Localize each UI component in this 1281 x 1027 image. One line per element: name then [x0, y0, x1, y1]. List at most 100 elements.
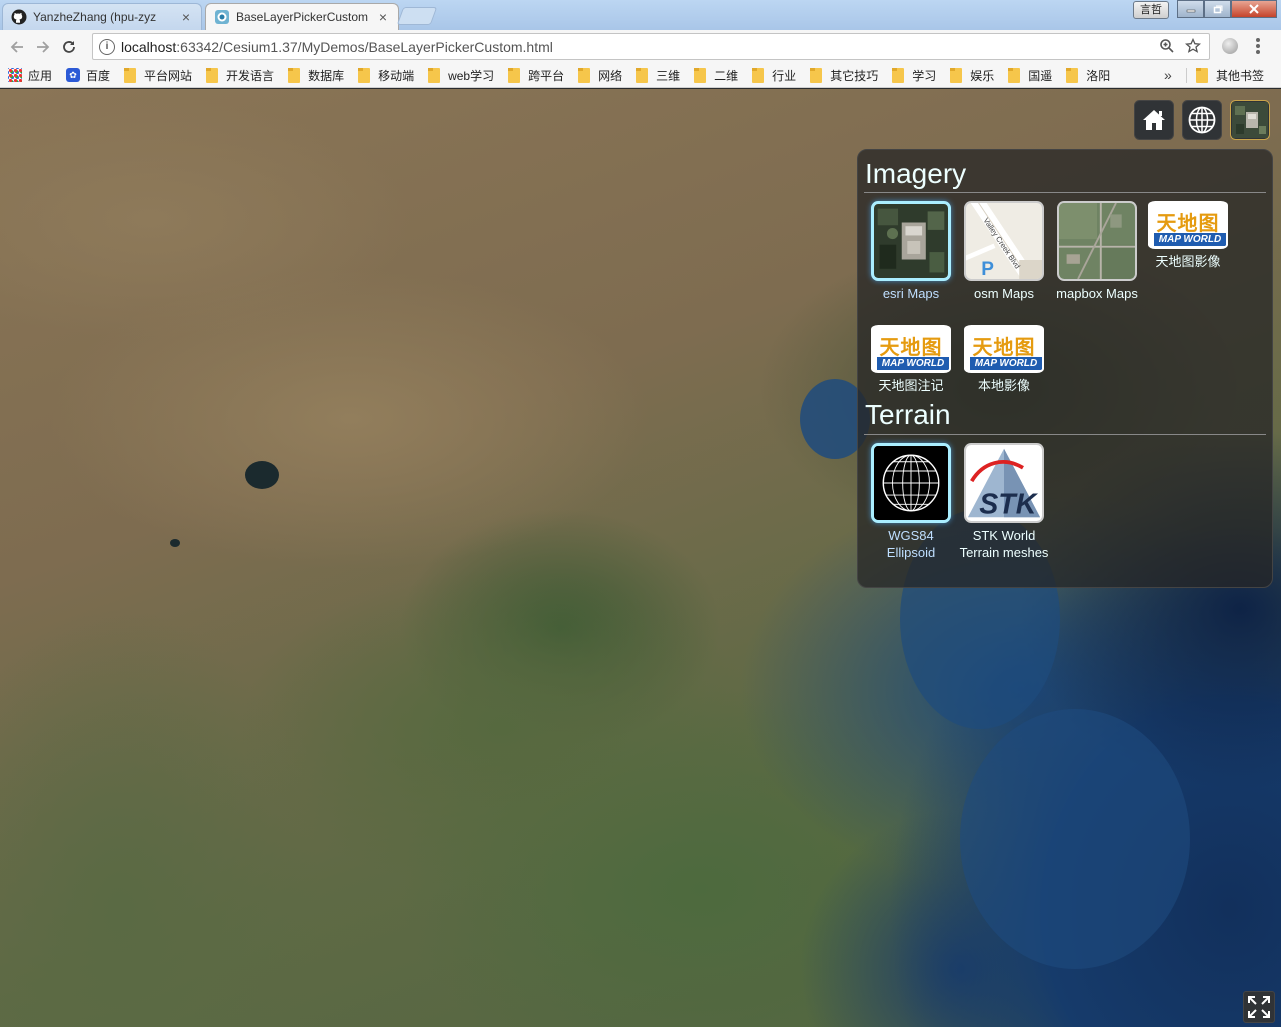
cesium-icon: [215, 10, 229, 24]
title-bar: YanzheZhang (hpu-zyz × BaseLayerPickerCu…: [0, 0, 1281, 30]
imagery-item-label: 天地图注记: [878, 378, 944, 393]
bookmark-folder[interactable]: 行业: [752, 67, 796, 84]
bookmarks-overflow-button[interactable]: »: [1164, 67, 1172, 83]
folder-icon: [124, 67, 137, 83]
back-button[interactable]: [4, 34, 30, 60]
bookmark-label: web学习: [448, 68, 495, 83]
bookmark-folder[interactable]: 开发语言: [206, 67, 274, 84]
forward-button[interactable]: [30, 34, 56, 60]
back-arrow-icon: [10, 40, 23, 53]
folder-icon: [1066, 67, 1079, 83]
imagery-item-osm[interactable]: Valley Creek Blvd P osm Maps: [959, 201, 1049, 302]
scene-mode-button[interactable]: [1182, 100, 1222, 140]
bookmark-label: 其他书签: [1216, 69, 1265, 83]
tianditu-logo-icon: 天地图 MAP WORLD: [964, 325, 1044, 373]
fullscreen-icon: [1248, 996, 1270, 1018]
bookmark-baidu[interactable]: ✿ 百度: [66, 67, 110, 84]
imagery-item-tianditu-annotation[interactable]: 天地图 MAP WORLD 天地图注记: [866, 325, 956, 394]
bookmark-folder[interactable]: 移动端: [358, 67, 414, 84]
base-layer-picker-button[interactable]: [1230, 100, 1270, 140]
mapworld-logo-text: MAP WORLD: [1154, 233, 1226, 246]
bookmark-folder[interactable]: 学习: [892, 67, 936, 84]
folder-icon: [508, 67, 521, 83]
restore-button[interactable]: [1204, 0, 1231, 18]
bookmark-folder[interactable]: 跨平台: [508, 67, 564, 84]
reload-button[interactable]: [56, 34, 82, 60]
imagery-item-tianditu-imagery[interactable]: 天地图 MAP WORLD 天地图影像: [1143, 201, 1233, 270]
folder-icon: [358, 67, 371, 83]
bookmark-folder[interactable]: web学习: [428, 67, 494, 84]
terrain-item-wgs84[interactable]: WGS84 Ellipsoid: [866, 443, 956, 561]
bookmark-folder[interactable]: 洛阳: [1066, 67, 1110, 84]
cesium-globe-view[interactable]: Imagery esri Maps Valley Creek Blvd P os…: [0, 89, 1281, 1027]
bookmarks-divider: [1186, 68, 1187, 83]
folder-icon: [636, 67, 649, 83]
tab-title: BaseLayerPickerCustom: [236, 10, 369, 24]
mapworld-logo-text: MAP WORLD: [877, 357, 949, 370]
bookmark-folder[interactable]: 二维: [694, 67, 738, 84]
tab-github[interactable]: YanzheZhang (hpu-zyz ×: [2, 3, 202, 30]
bookmark-label: 开发语言: [226, 68, 275, 83]
imagery-divider: [864, 192, 1266, 193]
bookmark-label: 国遥: [1028, 68, 1053, 83]
folder-icon: [206, 67, 219, 83]
profile-button[interactable]: 言哲: [1133, 1, 1169, 19]
bookmark-apps[interactable]: 应用: [8, 67, 52, 84]
bookmark-folder[interactable]: 数据库: [288, 67, 344, 84]
fullscreen-button[interactable]: [1243, 991, 1275, 1023]
other-bookmarks[interactable]: 其他书签: [1196, 67, 1264, 84]
imagery-item-label: 本地影像: [977, 378, 1030, 393]
terrain-divider: [864, 434, 1266, 435]
extension-icon[interactable]: [1222, 38, 1238, 54]
mapworld-logo-text: MAP WORLD: [970, 357, 1042, 370]
terrain-section-title: Terrain: [865, 399, 951, 430]
osm-maps-thumbnail-icon: Valley Creek Blvd P: [964, 201, 1044, 281]
base-layer-picker-dropdown: Imagery esri Maps Valley Creek Blvd P os…: [857, 149, 1273, 588]
esri-maps-thumbnail-icon: [871, 201, 951, 281]
close-window-button[interactable]: [1231, 0, 1277, 18]
folder-icon: [1008, 67, 1021, 83]
star-icon[interactable]: [1185, 38, 1201, 54]
bookmark-folder[interactable]: 国遥: [1008, 67, 1052, 84]
tab-baselayerpicker[interactable]: BaseLayerPickerCustom ×: [205, 3, 399, 30]
bookmark-folder[interactable]: 其它技巧: [810, 67, 878, 84]
home-button[interactable]: [1134, 100, 1174, 140]
imagery-item-local-imagery[interactable]: 天地图 MAP WORLD 本地影像: [959, 325, 1049, 394]
imagery-item-label: osm Maps: [974, 286, 1034, 301]
close-tab-icon[interactable]: ×: [179, 9, 193, 25]
address-bar[interactable]: i localhost:63342/Cesium1.37/MyDemos/Bas…: [92, 33, 1210, 60]
tianditu-logo-text: 天地图: [1156, 211, 1220, 235]
tianditu-logo-icon: 天地图 MAP WORLD: [1148, 201, 1228, 249]
bookmark-label: 其它技巧: [830, 68, 879, 83]
imagery-item-label: esri Maps: [882, 286, 940, 301]
stk-logo-text: STK: [979, 488, 1038, 520]
imagery-item-esri[interactable]: esri Maps: [866, 201, 956, 302]
bookmark-folder[interactable]: 网络: [578, 67, 622, 84]
bookmark-folder[interactable]: 平台网站: [124, 67, 192, 84]
close-icon: [1249, 4, 1259, 14]
window-controls: 言哲: [1133, 0, 1277, 19]
home-icon: [1143, 110, 1165, 130]
bookmark-folder[interactable]: 娱乐: [950, 67, 994, 84]
terrain-item-stk[interactable]: STK STK World Terrain meshes: [959, 443, 1049, 561]
github-icon: [11, 9, 27, 25]
url-path: :63342/Cesium1.37/MyDemos/BaseLayerPicke…: [176, 38, 553, 55]
bookmark-label: 学习: [912, 68, 937, 83]
menu-icon[interactable]: [1256, 38, 1260, 54]
imagery-item-label: mapbox Maps: [1056, 286, 1138, 301]
zoom-icon[interactable]: [1159, 38, 1175, 54]
close-tab-icon[interactable]: ×: [376, 9, 390, 25]
new-tab-button[interactable]: [396, 7, 438, 25]
folder-icon: [578, 67, 591, 83]
imagery-item-label: 天地图影像: [1155, 254, 1221, 269]
site-info-icon[interactable]: i: [99, 38, 115, 55]
folder-icon: [428, 67, 441, 83]
apps-grid-icon: [8, 68, 22, 82]
reload-icon: [63, 40, 75, 53]
browser-toolbar: i localhost:63342/Cesium1.37/MyDemos/Bas…: [0, 30, 1281, 63]
bookmark-label: 数据库: [308, 68, 345, 83]
minimize-button[interactable]: [1177, 0, 1204, 18]
bookmark-folder[interactable]: 三维: [636, 67, 680, 84]
folder-icon: [288, 67, 301, 83]
imagery-item-mapbox[interactable]: mapbox Maps: [1052, 201, 1142, 302]
